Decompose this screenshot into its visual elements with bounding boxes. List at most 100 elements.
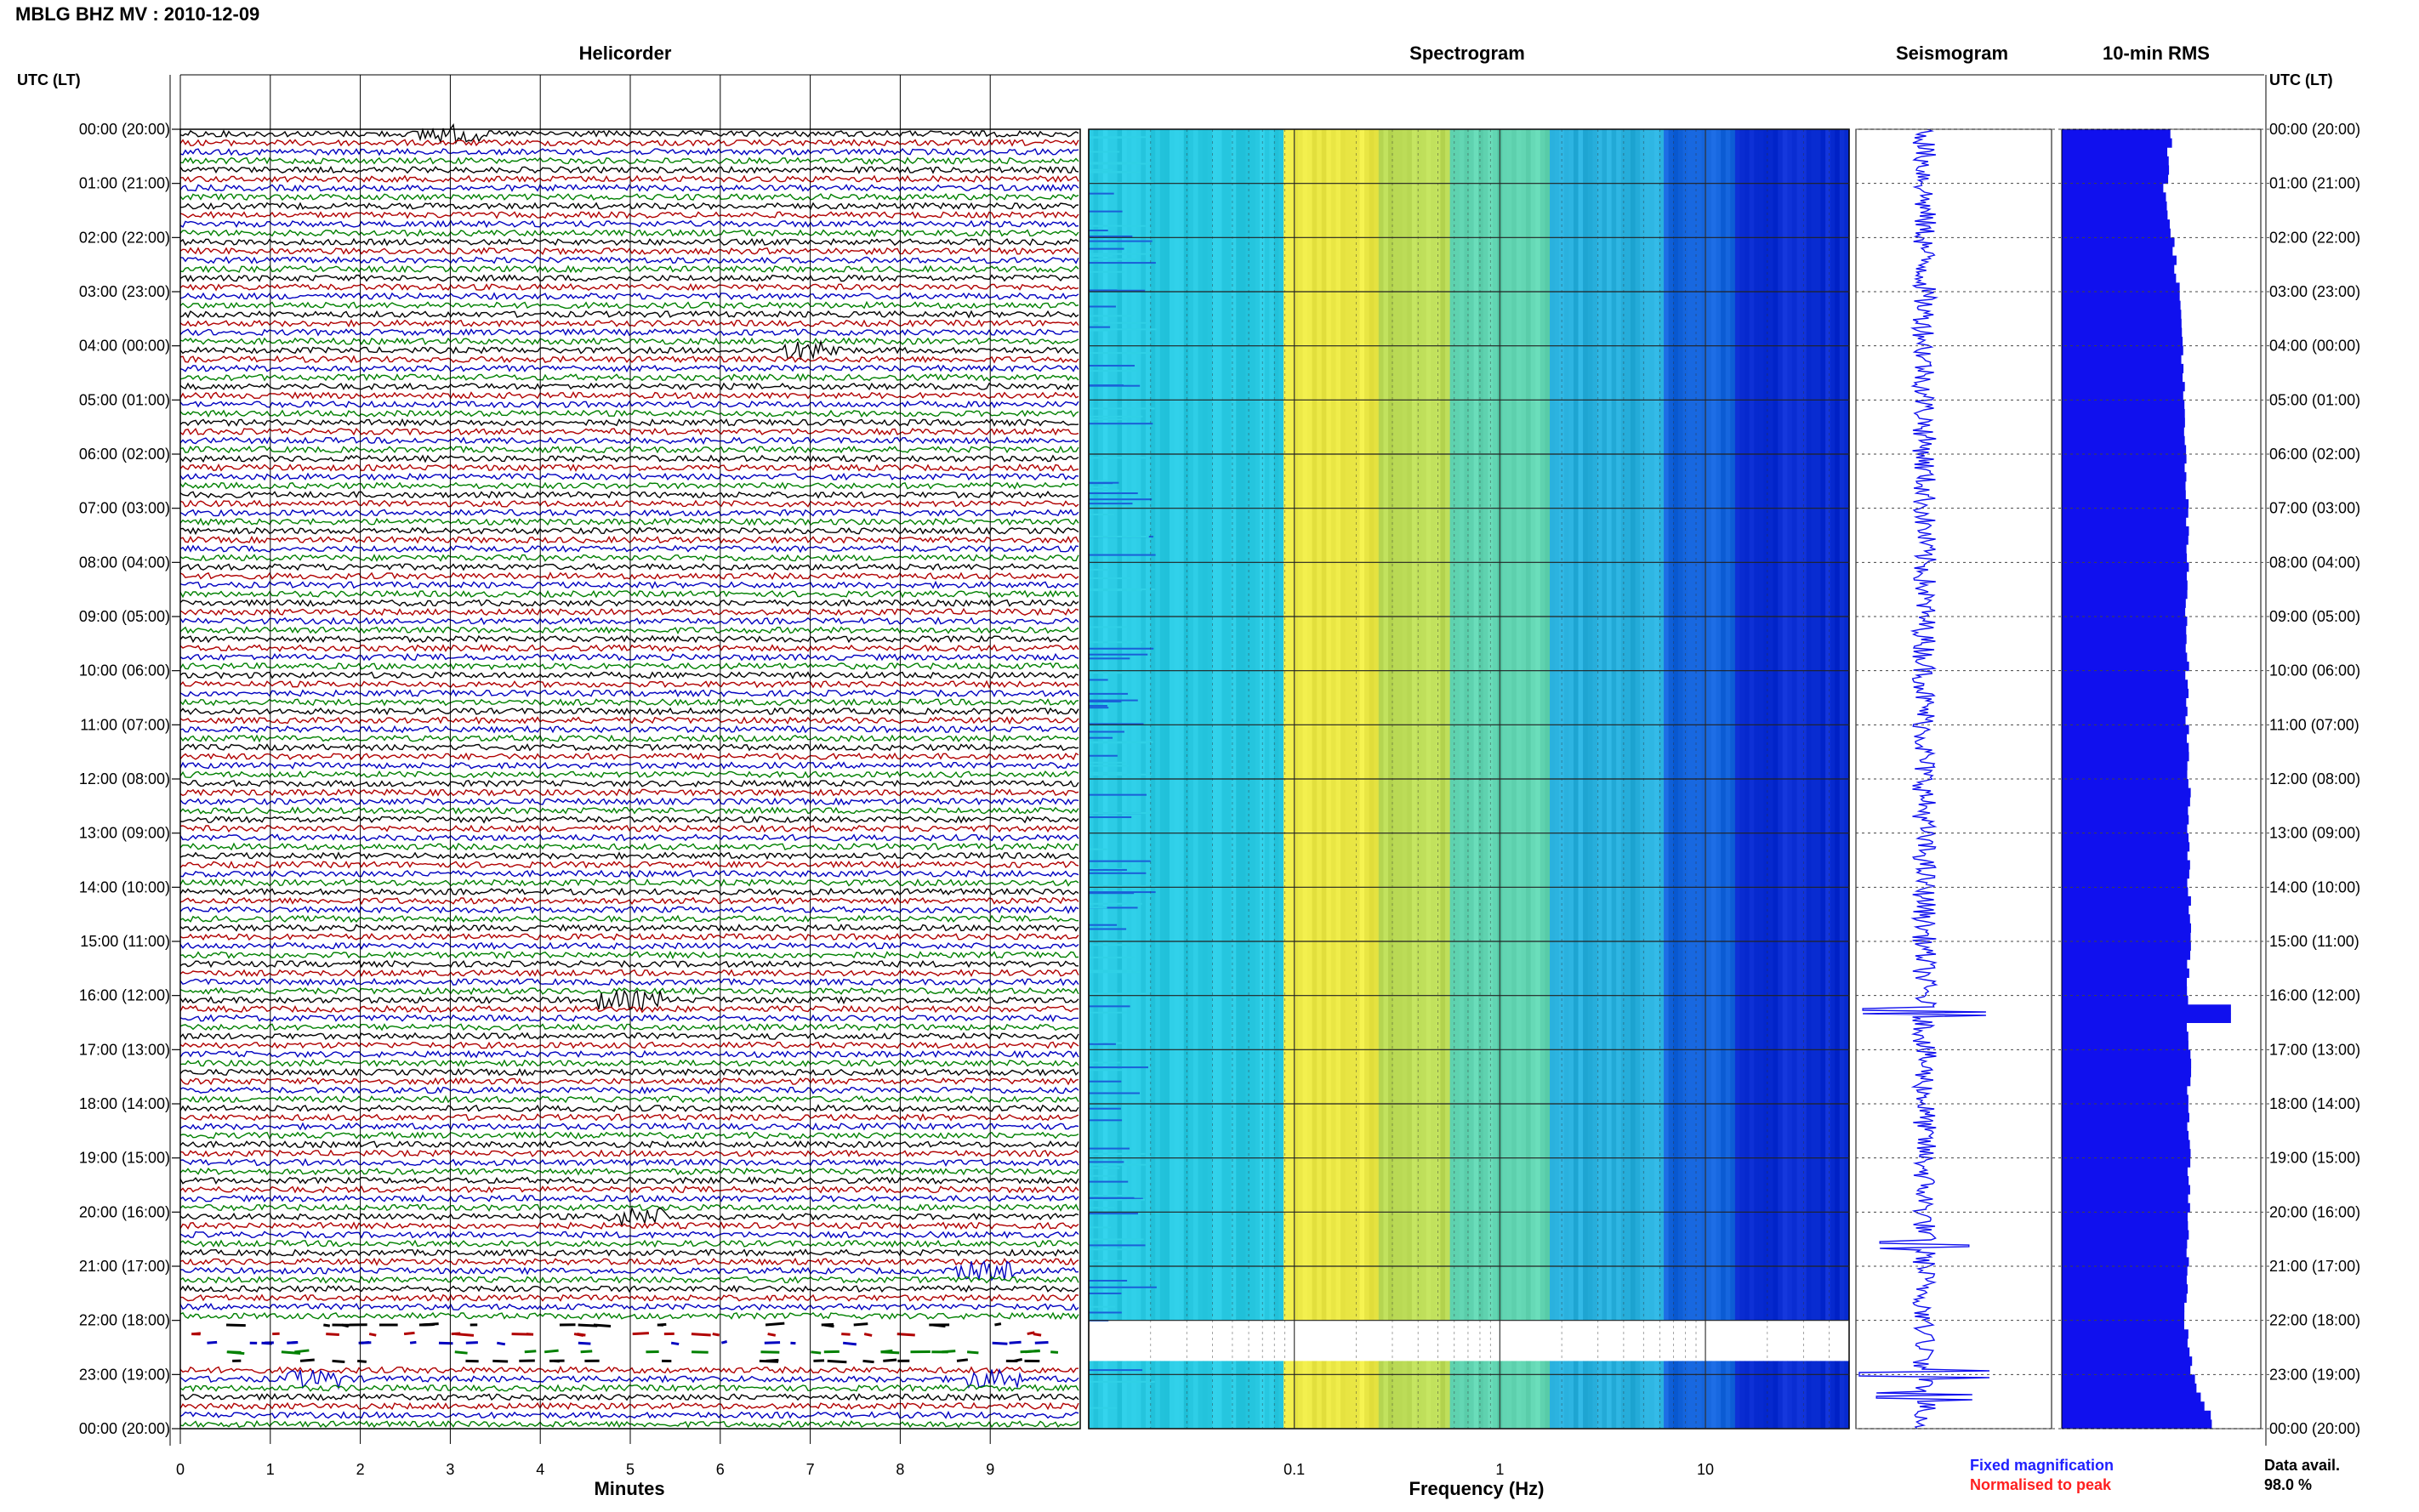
spectrogram-streak bbox=[1089, 1259, 1124, 1262]
spectrogram-cell bbox=[1768, 1361, 1774, 1429]
rms-bar bbox=[2062, 282, 2180, 293]
spectrogram-cell bbox=[1278, 1361, 1284, 1429]
rms-bar bbox=[2062, 1347, 2190, 1357]
spectrogram-cell bbox=[1330, 1361, 1337, 1429]
spectrogram-cell bbox=[1773, 1361, 1779, 1429]
spectrogram-cell bbox=[1150, 1361, 1156, 1429]
spectrogram-cell bbox=[1682, 1361, 1688, 1429]
spectrogram-streak bbox=[1089, 1066, 1148, 1069]
helicorder-trace bbox=[179, 1049, 1079, 1059]
rms-bar bbox=[2062, 517, 2187, 527]
spectrogram-cell bbox=[1240, 1361, 1246, 1429]
utc-tick-label-right: 00:00 (20:00) bbox=[2269, 1420, 2360, 1437]
helicorder-fragment bbox=[451, 1332, 461, 1336]
helicorder-trace bbox=[179, 662, 1079, 671]
utc-tick-label-right: 18:00 (14:00) bbox=[2269, 1095, 2360, 1112]
rms-bar bbox=[2062, 914, 2190, 924]
helicorder-trace bbox=[179, 1401, 1079, 1411]
spectrogram-cell bbox=[1721, 1361, 1727, 1429]
rms-bar bbox=[2062, 327, 2183, 338]
spectrogram-streak bbox=[1089, 641, 1143, 644]
spectrogram-cell bbox=[1264, 1361, 1270, 1429]
helicorder-trace bbox=[179, 445, 1079, 454]
utc-tick-label-left: 17:00 (13:00) bbox=[79, 1041, 170, 1058]
spectrogram-cell bbox=[1644, 1361, 1650, 1429]
spectrogram-streak bbox=[1089, 1311, 1122, 1314]
spectrogram-streak bbox=[1089, 328, 1157, 331]
rms-bar bbox=[2062, 1175, 2189, 1185]
spectrogram-cell bbox=[1653, 1361, 1660, 1429]
helicorder-fragment bbox=[294, 1349, 310, 1354]
helicorder-trace bbox=[179, 626, 1079, 634]
spectrogram-streak bbox=[1089, 577, 1130, 579]
spectrogram-streak bbox=[1089, 771, 1123, 774]
rms-bar bbox=[2062, 183, 2164, 193]
spectrogram-cell bbox=[1806, 1361, 1812, 1429]
spectrogram-cell bbox=[1164, 1361, 1170, 1429]
utc-tick-label-left: 00:00 (20:00) bbox=[79, 121, 170, 138]
spectrogram-streak bbox=[1089, 1174, 1116, 1177]
spectrogram-cell bbox=[1635, 1361, 1641, 1429]
spectrogram-cell bbox=[1192, 1361, 1199, 1429]
rms-bar bbox=[2062, 697, 2187, 708]
spectrogram-streak bbox=[1089, 1119, 1123, 1122]
spectrogram-streak bbox=[1089, 692, 1129, 695]
helicorder-trace bbox=[179, 339, 1079, 361]
rms-bar bbox=[2062, 337, 2183, 347]
rms-bar bbox=[2062, 580, 2188, 590]
helicorder-fragment bbox=[454, 1350, 468, 1355]
helicorder-trace bbox=[179, 454, 1079, 463]
rms-bar bbox=[2062, 670, 2186, 680]
spectrogram-cell bbox=[1563, 1361, 1569, 1429]
helicorder-trace bbox=[179, 1157, 1079, 1168]
helicorder-trace bbox=[179, 1302, 1079, 1311]
spectrogram-cell bbox=[1312, 1361, 1318, 1429]
spectrogram-cell bbox=[1545, 1361, 1551, 1429]
helicorder-fragment bbox=[573, 1333, 584, 1338]
helicorder-trace bbox=[179, 427, 1079, 436]
utc-tick-label-left: 11:00 (07:00) bbox=[80, 716, 170, 733]
utc-tick-label-left: 15:00 (11:00) bbox=[80, 933, 170, 950]
spectrogram-streak bbox=[1089, 503, 1133, 505]
utc-tick-label-right: 12:00 (08:00) bbox=[2269, 770, 2360, 787]
spectrogram-cell bbox=[1407, 1361, 1413, 1429]
spectrogram-cell bbox=[1725, 1361, 1731, 1429]
helicorder-fragment bbox=[193, 1332, 202, 1336]
spectrogram-streak bbox=[1089, 754, 1118, 757]
spectrogram-streak bbox=[1089, 240, 1153, 242]
spectrogram-streak bbox=[1089, 492, 1138, 495]
helicorder-trace bbox=[179, 247, 1079, 256]
rms-bar bbox=[2062, 1049, 2191, 1060]
spectrogram-streak bbox=[1089, 812, 1152, 815]
spectrogram-streak bbox=[1089, 415, 1143, 418]
helicorder-trace bbox=[179, 1419, 1079, 1429]
helicorder-trace bbox=[179, 860, 1079, 869]
spectrogram-streak bbox=[1089, 1279, 1128, 1282]
helicorder-fragment bbox=[1033, 1333, 1042, 1337]
helicorder-trace bbox=[179, 941, 1079, 951]
spectrogram-cell bbox=[1307, 1361, 1313, 1429]
figure: MBLG BHZ MV : 2010-12-09 Helicorder Spec… bbox=[15, 3, 2360, 1499]
helicorder-trace bbox=[179, 156, 1079, 165]
rms-bar bbox=[2062, 1374, 2195, 1384]
spectrogram-cell bbox=[1796, 1361, 1802, 1429]
spectrogram-streak bbox=[1089, 536, 1149, 538]
rms-bar bbox=[2062, 617, 2188, 627]
spectrogram-cell bbox=[1440, 1361, 1446, 1429]
rms-bar bbox=[2062, 228, 2171, 238]
rms-bar bbox=[2062, 390, 2183, 401]
rms-bar bbox=[2062, 1257, 2189, 1267]
helicorder-fragment bbox=[497, 1341, 506, 1346]
rms-bar bbox=[2062, 472, 2187, 482]
spectrogram-streak bbox=[1089, 305, 1116, 308]
spectrogram-streak bbox=[1089, 136, 1149, 139]
helicorder-fragment bbox=[368, 1333, 377, 1337]
spectrogram-cell bbox=[1716, 1361, 1722, 1429]
spectrogram-streak bbox=[1089, 1292, 1122, 1294]
spectrogram-cell bbox=[1136, 1361, 1142, 1429]
rms-bar bbox=[2062, 1419, 2212, 1430]
spectrogram-cell bbox=[1392, 1361, 1398, 1429]
spectrogram-cell bbox=[1416, 1361, 1422, 1429]
helicorder-trace bbox=[179, 689, 1079, 698]
helicorder-trace bbox=[179, 599, 1079, 607]
